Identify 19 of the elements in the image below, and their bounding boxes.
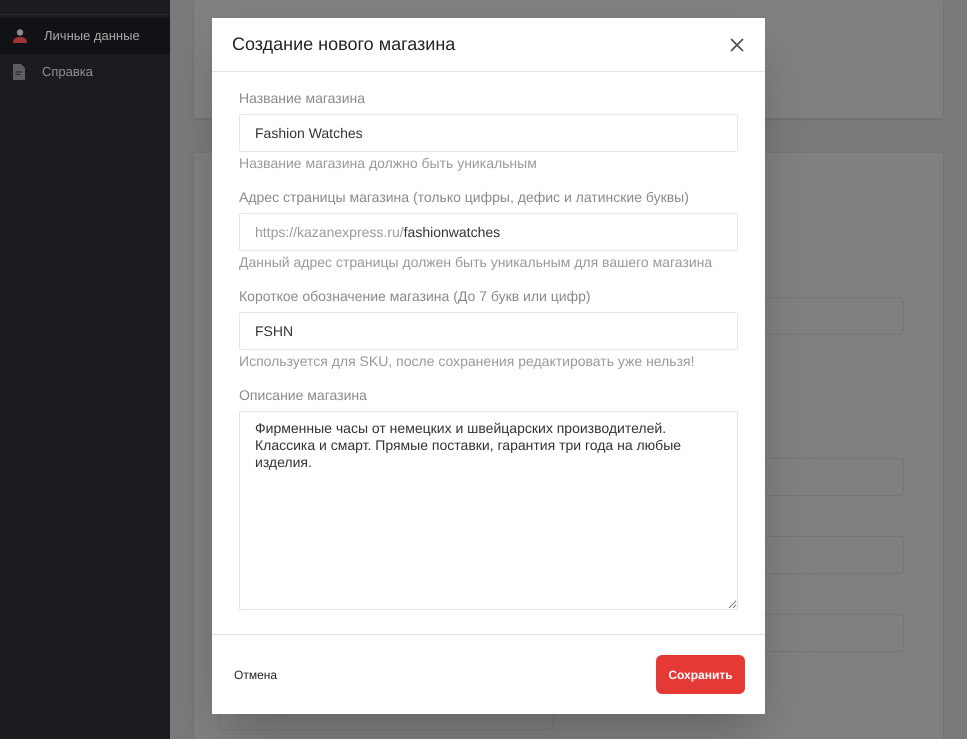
input-field[interactable]: Fashion Watches [239, 114, 738, 152]
sidebar-item[interactable]: Личные данные [0, 18, 170, 54]
field-hint: Используется для SKU, после сохранения редактировать уже нельзя! [239, 352, 696, 370]
description-field[interactable]: Фирменные часы от немецких и швейцарских производителей. Классика и смарт. Прямые поставки, гарантия три года на любые изделия. [239, 411, 738, 610]
field-label: Описание магазина [239, 386, 368, 404]
field-hint: Данный адрес страницы должен быть уникальным для вашего магазина [239, 253, 714, 271]
cancel-button[interactable]: Отмена [222, 655, 290, 694]
url-field[interactable]: https://kazanexpress.ru/fashionwatches [239, 213, 738, 251]
sidebar-item[interactable]: Справка [0, 54, 170, 90]
field-label: Короткое обозначение магазина (До 7 букв или цифр) [239, 287, 592, 305]
dialog-title: Создание нового магазина [232, 33, 456, 56]
field-label: Название магазина [239, 89, 366, 107]
field-label: Адрес страницы магазина (только цифры, дефис и латинские буквы) [239, 188, 690, 206]
field-hint: Название магазина должно быть уникальным [239, 154, 538, 172]
save-button[interactable]: Сохранить [656, 655, 745, 694]
person-icon [12, 28, 28, 44]
document-icon [12, 64, 26, 80]
input-field[interactable]: FSHN [239, 312, 738, 350]
close-icon[interactable] [729, 36, 745, 52]
